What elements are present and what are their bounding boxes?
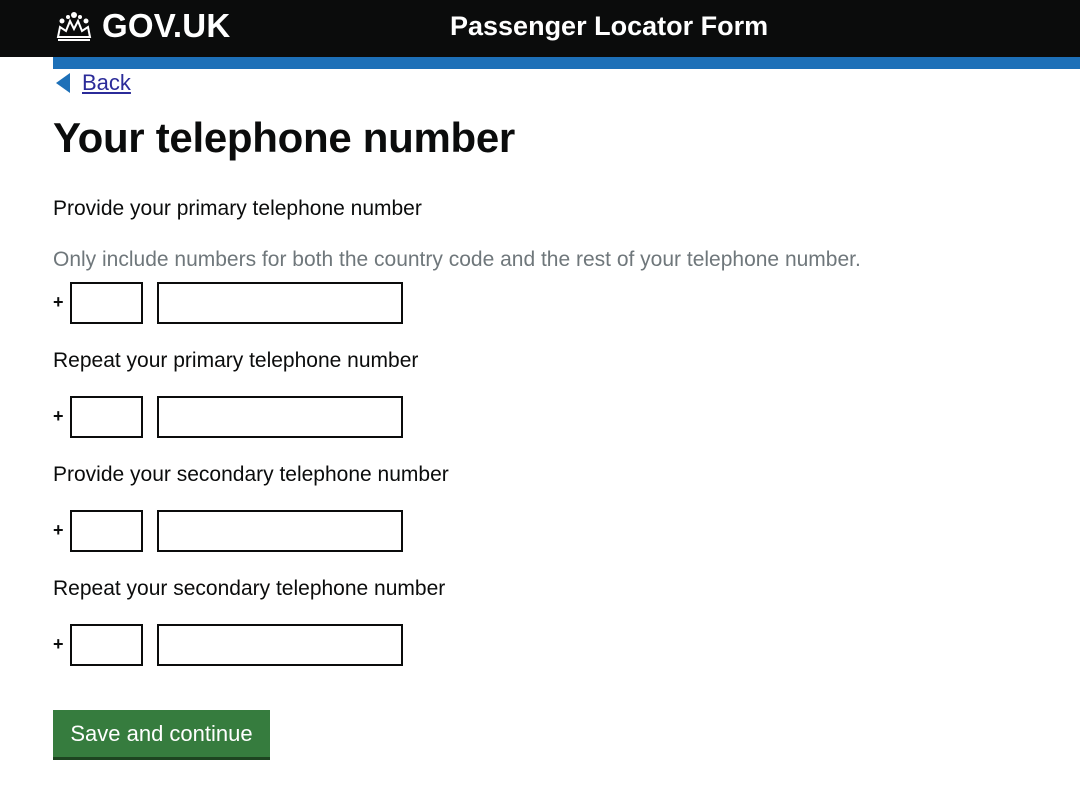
back-link-label: Back (82, 70, 131, 95)
header-accent-bar (53, 57, 1080, 69)
plus-prefix: + (53, 406, 64, 426)
triangle-left-icon (56, 73, 70, 93)
secondary-phone-label: Provide your secondary telephone number (53, 463, 449, 486)
plus-prefix: + (53, 634, 64, 654)
primary-phone-label: Provide your primary telephone number (53, 197, 422, 220)
site-header: GOV.UK Passenger Locator Form (0, 0, 1080, 57)
primary-phone-hint: Only include numbers for both the countr… (53, 248, 861, 271)
primary-country-code-input[interactable] (70, 282, 143, 324)
secondary-repeat-country-code-input[interactable] (70, 624, 143, 666)
service-name[interactable]: Passenger Locator Form (450, 9, 768, 43)
page-title: Your telephone number (53, 114, 515, 161)
plus-prefix: + (53, 520, 64, 540)
plus-prefix: + (53, 292, 64, 312)
crown-icon (56, 12, 92, 41)
secondary-phone-number-input[interactable] (157, 510, 403, 552)
logo-text: GOV.UK (102, 7, 231, 44)
save-and-continue-button[interactable]: Save and continue (53, 710, 270, 757)
primary-repeat-phone-number-input[interactable] (157, 396, 403, 438)
secondary-country-code-input[interactable] (70, 510, 143, 552)
primary-repeat-country-code-input[interactable] (70, 396, 143, 438)
secondary-repeat-phone-number-input[interactable] (157, 624, 403, 666)
secondary-phone-repeat-label: Repeat your secondary telephone number (53, 577, 446, 600)
govuk-logo-link[interactable]: GOV.UK (54, 8, 230, 44)
back-link[interactable]: Back (56, 69, 131, 97)
primary-phone-number-input[interactable] (157, 282, 403, 324)
primary-phone-repeat-label: Repeat your primary telephone number (53, 349, 419, 372)
